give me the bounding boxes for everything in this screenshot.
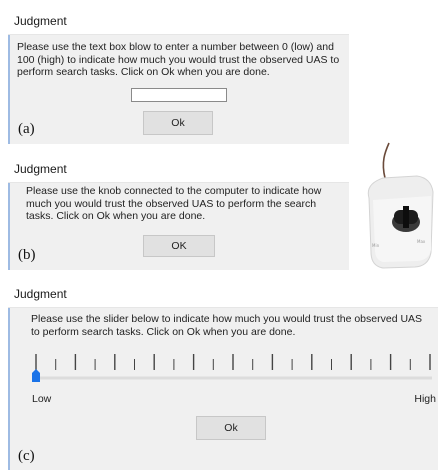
slider-track[interactable] — [32, 352, 434, 382]
instruction-text: Please use the text box blow to enter a … — [17, 41, 340, 78]
dialog-title: Judgment — [8, 282, 438, 308]
input-value — [132, 94, 135, 105]
instruction-text: Please use the knob connected to the com… — [26, 185, 322, 222]
knob-min-label: Min — [372, 243, 380, 248]
panel-tag: (b) — [18, 247, 36, 263]
dialog-knob: Judgment Please use the knob connected t… — [8, 157, 349, 270]
trust-number-input[interactable] — [131, 88, 227, 102]
slider-low-label: Low — [32, 393, 52, 405]
instruction-text: Please use the slider below to indicate … — [31, 313, 423, 338]
dialog-slider: Judgment Please use the slider below to … — [8, 282, 438, 470]
dialog-title: Judgment — [8, 157, 349, 183]
slider-high-label: High — [414, 393, 436, 405]
trust-slider[interactable] — [32, 352, 434, 382]
panel-tag: (a) — [18, 121, 35, 137]
ok-button[interactable]: OK — [143, 235, 215, 257]
panel-tag: (c) — [18, 448, 35, 464]
panel-edge — [8, 282, 10, 470]
knob-device-photo: Min Max — [359, 140, 437, 270]
knob-device-icon: Min Max — [367, 142, 434, 269]
dialog-title: Judgment — [8, 9, 349, 35]
ok-button[interactable]: Ok — [196, 416, 266, 440]
dialog-text-entry: Judgment Please use the text box blow to… — [8, 9, 349, 144]
slider-thumb[interactable] — [32, 369, 40, 382]
ok-button[interactable]: Ok — [143, 111, 213, 135]
knob-max-label: Max — [417, 239, 426, 244]
